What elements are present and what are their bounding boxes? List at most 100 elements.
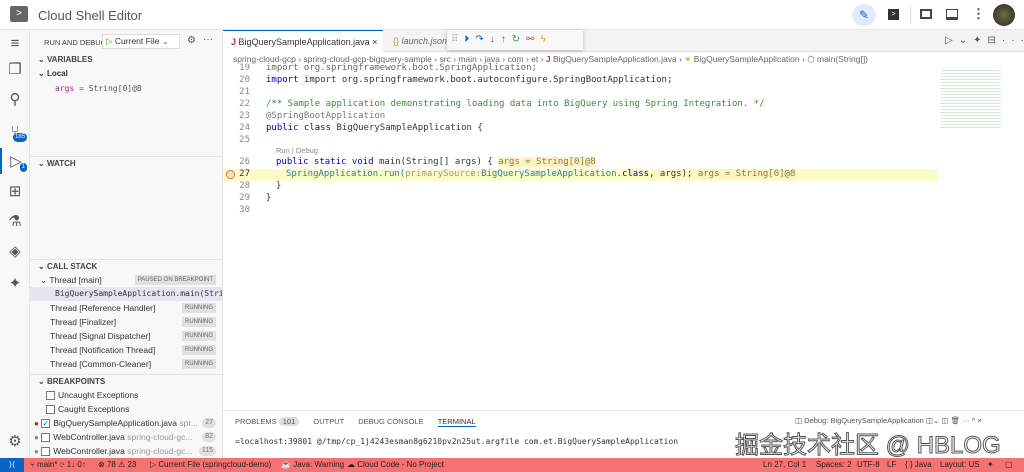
problems-status[interactable]: ⊗ 78 ⚠ 23 bbox=[98, 458, 136, 472]
gemini-icon[interactable]: ✦ bbox=[987, 458, 994, 472]
launch-config-status[interactable]: ▷ Current File (springcloud-demo) bbox=[150, 458, 271, 472]
code-area[interactable]: 19 20 21 22 23 24 25 26 27 28 29 30 impo… bbox=[223, 63, 943, 239]
call-stack-header[interactable]: ⌄ CALL STACK bbox=[30, 259, 222, 273]
cloud-code-icon[interactable]: ◈ bbox=[0, 238, 30, 264]
breakpoint-paused-icon[interactable] bbox=[226, 170, 235, 179]
breakpoint-uncaught[interactable]: Uncaught Exceptions bbox=[30, 388, 222, 402]
hot-code-replace-icon[interactable]: ϟ bbox=[541, 34, 552, 45]
maximize-icon[interactable]: ^ bbox=[972, 416, 976, 425]
notifications-icon[interactable]: ▢ bbox=[1005, 458, 1013, 472]
step-over-icon[interactable]: ↷ bbox=[475, 34, 489, 45]
remote-icon[interactable]: ⟩⟨ bbox=[0, 458, 24, 472]
tab-problems[interactable]: PROBLEMS bbox=[235, 417, 277, 426]
stack-frame[interactable]: BigQuerySampleApplication.main(String[]) bbox=[30, 287, 222, 301]
more-icon[interactable]: ··· bbox=[1002, 35, 1024, 46]
watermark: 掘金技术社区 @ HBLOG bbox=[735, 432, 1002, 460]
step-into-icon[interactable]: ↓ bbox=[490, 34, 501, 45]
gemini-icon[interactable]: ✦ bbox=[973, 35, 987, 46]
restart-icon[interactable]: ↻ bbox=[512, 34, 526, 45]
menu-icon[interactable]: ≡ bbox=[0, 30, 30, 56]
panel-tabs: PROBLEMS 101 OUTPUT DEBUG CONSOLE TERMIN… bbox=[235, 417, 476, 427]
debug-toolbar: ⠿⏵↷↓↑↻⚯ϟ bbox=[447, 30, 583, 50]
preview-icon[interactable] bbox=[920, 9, 932, 19]
tab-debug-console[interactable]: DEBUG CONSOLE bbox=[358, 417, 423, 426]
tab-output[interactable]: OUTPUT bbox=[313, 417, 344, 426]
more-icon[interactable]: ⋮ bbox=[972, 6, 985, 22]
minimap[interactable] bbox=[941, 68, 1001, 128]
gemini-icon[interactable]: ✦ bbox=[0, 270, 30, 296]
breadcrumb-item[interactable]: main(String[]) bbox=[817, 54, 868, 64]
breakpoints-header[interactable]: ⌄ BREAKPOINTS bbox=[30, 374, 222, 388]
disconnect-icon[interactable]: ⚯ bbox=[526, 34, 540, 45]
indentation[interactable]: Spaces: 2 bbox=[816, 458, 852, 472]
gear-icon[interactable]: ⚙ bbox=[187, 35, 196, 46]
java-status[interactable]: ☕ Java: Warning bbox=[281, 458, 344, 472]
cloud-code-status[interactable]: ☁ Cloud Code - No Project bbox=[347, 458, 444, 472]
variable-args[interactable]: args = String[0]@8 bbox=[30, 82, 222, 96]
terminal-icon[interactable]: > bbox=[888, 9, 899, 20]
bottom-panel: PROBLEMS 101 OUTPUT DEBUG CONSOLE TERMIN… bbox=[223, 410, 1024, 460]
tab-launch-json[interactable]: {} launch.json bbox=[385, 30, 455, 52]
testing-icon[interactable]: ⚗ bbox=[0, 208, 30, 234]
panel-icon[interactable] bbox=[946, 9, 958, 20]
encoding[interactable]: UTF-8 bbox=[857, 458, 880, 472]
breakpoint-item[interactable]: ● WebController.java spring-cloud-gc... 1… bbox=[30, 444, 222, 458]
checkbox-checked[interactable]: ✓ bbox=[41, 419, 51, 429]
thread-main[interactable]: ⌄ Thread [main] PAUSED ON BREAKPOINT bbox=[30, 273, 222, 287]
avatar[interactable] bbox=[993, 4, 1015, 26]
step-out-icon[interactable]: ↑ bbox=[501, 34, 512, 45]
scm-badge: 185 bbox=[12, 133, 27, 142]
split-terminal-icon[interactable]: ◫⌄ bbox=[926, 416, 939, 425]
close-icon[interactable]: × bbox=[372, 37, 377, 47]
tab-bigquery-sample[interactable]: J BigQuerySampleApplication.java × bbox=[223, 30, 383, 52]
drag-handle-icon[interactable]: ⠿ bbox=[451, 34, 464, 45]
explorer-icon[interactable]: ❐ bbox=[0, 56, 30, 82]
variables-header[interactable]: ⌄ VARIABLES bbox=[30, 53, 222, 67]
debug-config-select[interactable]: ▷ Current File ⌄ bbox=[102, 34, 180, 49]
cursor-position[interactable]: Ln 27, Col 1 bbox=[763, 458, 806, 472]
run-debug-sidebar: RUN AND DEBUG ▷ Current File ⌄ ⚙ ··· ⌄ V… bbox=[30, 30, 223, 458]
thread-item[interactable]: Thread [Reference Handler] RUNNING bbox=[30, 301, 222, 315]
thread-item[interactable]: Thread [Notification Thread] RUNNING bbox=[30, 343, 222, 357]
close-icon[interactable]: × bbox=[977, 416, 981, 425]
split-editor-icon[interactable]: ⊟ bbox=[987, 35, 1001, 46]
keyboard-layout[interactable]: Layout: US bbox=[940, 458, 980, 472]
trash-icon[interactable]: 🗑 bbox=[951, 416, 961, 425]
edit-icon[interactable]: ✎ bbox=[852, 4, 876, 26]
watch-header[interactable]: ⌄ WATCH bbox=[30, 156, 222, 170]
tab-terminal[interactable]: TERMINAL bbox=[437, 417, 476, 427]
breakpoint-item[interactable]: ● ✓ BigQuerySampleApplication.java spr...… bbox=[30, 416, 222, 430]
settings-gear-icon[interactable]: ⚙ bbox=[0, 428, 30, 454]
line-ending[interactable]: LF bbox=[887, 458, 896, 472]
terminal-selector[interactable]: ◫ Debug: BigQuerySampleApplication bbox=[795, 416, 924, 425]
app-title: Cloud Shell Editor bbox=[38, 8, 143, 23]
terminal-output[interactable]: =localhost:39801 @/tmp/cp_1j4243esman8g6… bbox=[235, 437, 678, 446]
breakpoint-item[interactable]: ● WebController.java spring-cloud-gc... 8… bbox=[30, 430, 222, 444]
language-mode[interactable]: { } Java bbox=[905, 458, 932, 472]
thread-item[interactable]: Thread [Common-Cleaner] RUNNING bbox=[30, 357, 222, 371]
breadcrumb-item[interactable]: BigQuerySampleApplication.java bbox=[553, 54, 677, 64]
continue-icon[interactable]: ⏵ bbox=[464, 34, 475, 45]
codelens-run-debug[interactable]: Run | Debug bbox=[276, 146, 318, 155]
split-icon[interactable]: ◫ bbox=[941, 416, 948, 425]
status-bar: ⟩⟨ ⑂ main* ⟳ 1↓ 0↑ ⊗ 78 ⚠ 23 ▷ Current F… bbox=[0, 458, 1024, 472]
search-icon[interactable]: ⚲ bbox=[0, 86, 30, 112]
branch[interactable]: ⑂ main* ⟳ 1↓ 0↑ bbox=[30, 458, 86, 472]
thread-item[interactable]: Thread [Signal Dispatcher] RUNNING bbox=[30, 329, 222, 343]
checkbox[interactable] bbox=[46, 405, 55, 415]
scope-local[interactable]: ⌄ Local bbox=[30, 67, 222, 81]
checkbox[interactable] bbox=[46, 391, 55, 401]
code-line: import import org.springframework.boot.a… bbox=[266, 75, 673, 85]
extensions-icon[interactable]: ⊞ bbox=[0, 178, 30, 204]
run-debug-icon[interactable]: ▷ 1 bbox=[0, 148, 30, 174]
more-icon[interactable]: ··· bbox=[962, 416, 970, 425]
checkbox[interactable] bbox=[41, 447, 51, 457]
more-icon[interactable]: ··· bbox=[203, 34, 213, 45]
thread-item[interactable]: Thread [Finalizer] RUNNING bbox=[30, 315, 222, 329]
source-control-icon[interactable]: ⑂ 185 bbox=[0, 118, 30, 144]
breakpoint-caught[interactable]: Caught Exceptions bbox=[30, 402, 222, 416]
checkbox[interactable] bbox=[41, 433, 51, 443]
run-debug-dropdown-icon[interactable]: ▷⌄ bbox=[945, 35, 973, 46]
breadcrumb-item[interactable]: BigQuerySampleApplication bbox=[694, 54, 800, 64]
play-icon[interactable]: ▷ bbox=[106, 36, 113, 46]
